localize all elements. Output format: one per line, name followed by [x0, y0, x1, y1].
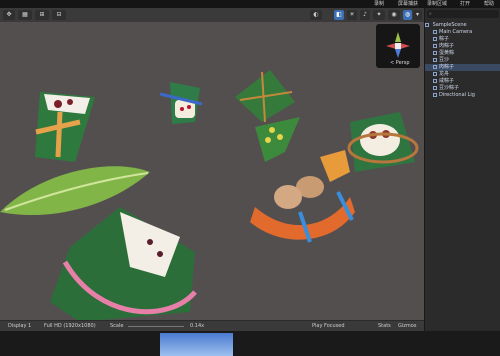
bamboo-leaf[interactable]: [0, 166, 150, 216]
increment-icon: ⊟: [56, 11, 62, 18]
light-icon: ☀: [349, 11, 355, 18]
menu-record-area[interactable]: 录制区域: [427, 0, 447, 8]
audio-icon: ♪: [363, 11, 367, 18]
menu-screen-capture[interactable]: 屏幕捕获: [398, 0, 418, 8]
zongzi-right[interactable]: [347, 112, 419, 172]
grid-toggle-button[interactable]: ▦: [18, 10, 32, 20]
hierarchy-item[interactable]: Main Camera: [425, 29, 500, 36]
hierarchy-item[interactable]: 蛋黄粽: [425, 50, 500, 57]
2d-toggle-button[interactable]: ◧: [334, 10, 344, 20]
menu-record[interactable]: 录制: [374, 0, 384, 8]
dragon-boat[interactable]: [250, 150, 355, 243]
gameobject-icon: [433, 78, 437, 83]
snap-icon: ⊞: [39, 11, 45, 18]
hierarchy-item-label: 豆沙: [439, 57, 450, 63]
eye-icon: ◉: [391, 11, 397, 18]
gameobject-icon: [433, 57, 437, 62]
scene-row[interactable]: SampleScene: [425, 22, 500, 29]
2d-icon: ◧: [336, 11, 342, 18]
gameobject-icon: [433, 50, 437, 55]
hierarchy-item-label: Directional Lig: [439, 92, 475, 98]
orientation-gizmo[interactable]: < Persp: [376, 24, 420, 68]
light-icon: [433, 92, 437, 97]
hierarchy-item-label: 粽子: [439, 36, 450, 42]
hierarchy-item-label: Main Camera: [439, 29, 473, 35]
audio-toggle-button[interactable]: ♪: [360, 10, 370, 20]
scale-slider[interactable]: [128, 326, 184, 327]
hand-icon: ✥: [6, 11, 12, 18]
hierarchy-item[interactable]: 肉粽子: [425, 43, 500, 50]
hierarchy-panel: ⌕ SampleScene Main Camera 粽子 肉粽子 蛋黄粽 豆沙 …: [424, 8, 500, 331]
gameobject-icon: [433, 85, 437, 90]
draw-mode-button[interactable]: ◐: [310, 10, 322, 20]
effects-icon: ✦: [376, 11, 382, 18]
hierarchy-item[interactable]: 粽子: [425, 36, 500, 43]
gameobject-icon: [433, 36, 437, 41]
search-icon: ⌕: [429, 11, 432, 17]
hierarchy-item[interactable]: Directional Lig: [425, 92, 500, 99]
unity-scene-icon: [425, 22, 429, 27]
snap-button[interactable]: ⊞: [35, 10, 49, 20]
menu-open[interactable]: 打开: [460, 0, 470, 8]
gizmos-toggle-button[interactable]: ◍: [403, 10, 412, 20]
game-preview-thumbnail: [160, 333, 233, 356]
chevron-down-icon: ▾: [415, 11, 419, 18]
hierarchy-item-label: 肉粽子: [439, 64, 455, 70]
zongzi-large[interactable]: [50, 207, 197, 320]
hierarchy-item[interactable]: 豆沙: [425, 57, 500, 64]
hierarchy-item[interactable]: 咸粽子: [425, 78, 500, 85]
gameobject-icon: [433, 29, 437, 34]
gameobject-icon: [433, 64, 437, 69]
bottom-panel: [0, 331, 500, 356]
hierarchy-item-label: 龙舟: [439, 71, 450, 77]
gameobject-icon: [433, 43, 437, 48]
zongzi-left[interactable]: [35, 92, 95, 162]
zongzi-blue-ribbon[interactable]: [159, 82, 203, 124]
hierarchy-item-label: 豆沙粽子: [439, 85, 460, 91]
hierarchy-search[interactable]: ⌕: [427, 10, 499, 18]
globe-icon: ◍: [404, 11, 411, 18]
hierarchy-item-label: 咸粽子: [439, 78, 455, 84]
effects-button[interactable]: ✦: [373, 10, 385, 20]
menu-help[interactable]: 帮助: [484, 0, 494, 8]
scene-viewport[interactable]: < Persp: [0, 22, 424, 320]
lighting-toggle-button[interactable]: ☀: [347, 10, 357, 20]
hidden-objects-button[interactable]: ◉: [388, 10, 400, 20]
hierarchy-item[interactable]: 龙舟: [425, 71, 500, 78]
gizmos-menu-button[interactable]: ▾: [413, 10, 422, 20]
scene-toolbar: ✥ ▦ ⊞ ⊟ ◐ ◧ ☀ ♪ ✦ ◉ ◍ ▾: [0, 8, 424, 23]
shading-icon: ◐: [313, 11, 319, 18]
grid-icon: ▦: [22, 11, 28, 18]
zongzi-top[interactable]: [235, 70, 295, 123]
scene-name: SampleScene: [432, 22, 467, 28]
leaf-flower-bunch[interactable]: [255, 117, 300, 162]
hierarchy-item-label: 肉粽子: [439, 43, 455, 49]
gameobject-icon: [433, 71, 437, 76]
top-menubar: 录制 屏幕捕获 录制区域 打开 帮助: [0, 0, 500, 8]
perspective-label[interactable]: < Persp: [390, 60, 410, 66]
hierarchy-item[interactable]: 豆沙粽子: [425, 85, 500, 92]
scene-artwork: [0, 70, 419, 320]
hierarchy-item-selected[interactable]: 肉粽子: [425, 64, 500, 71]
increment-button[interactable]: ⊟: [52, 10, 66, 20]
hierarchy-item-label: 蛋黄粽: [439, 50, 455, 56]
tool-handle-button[interactable]: ✥: [3, 10, 15, 20]
